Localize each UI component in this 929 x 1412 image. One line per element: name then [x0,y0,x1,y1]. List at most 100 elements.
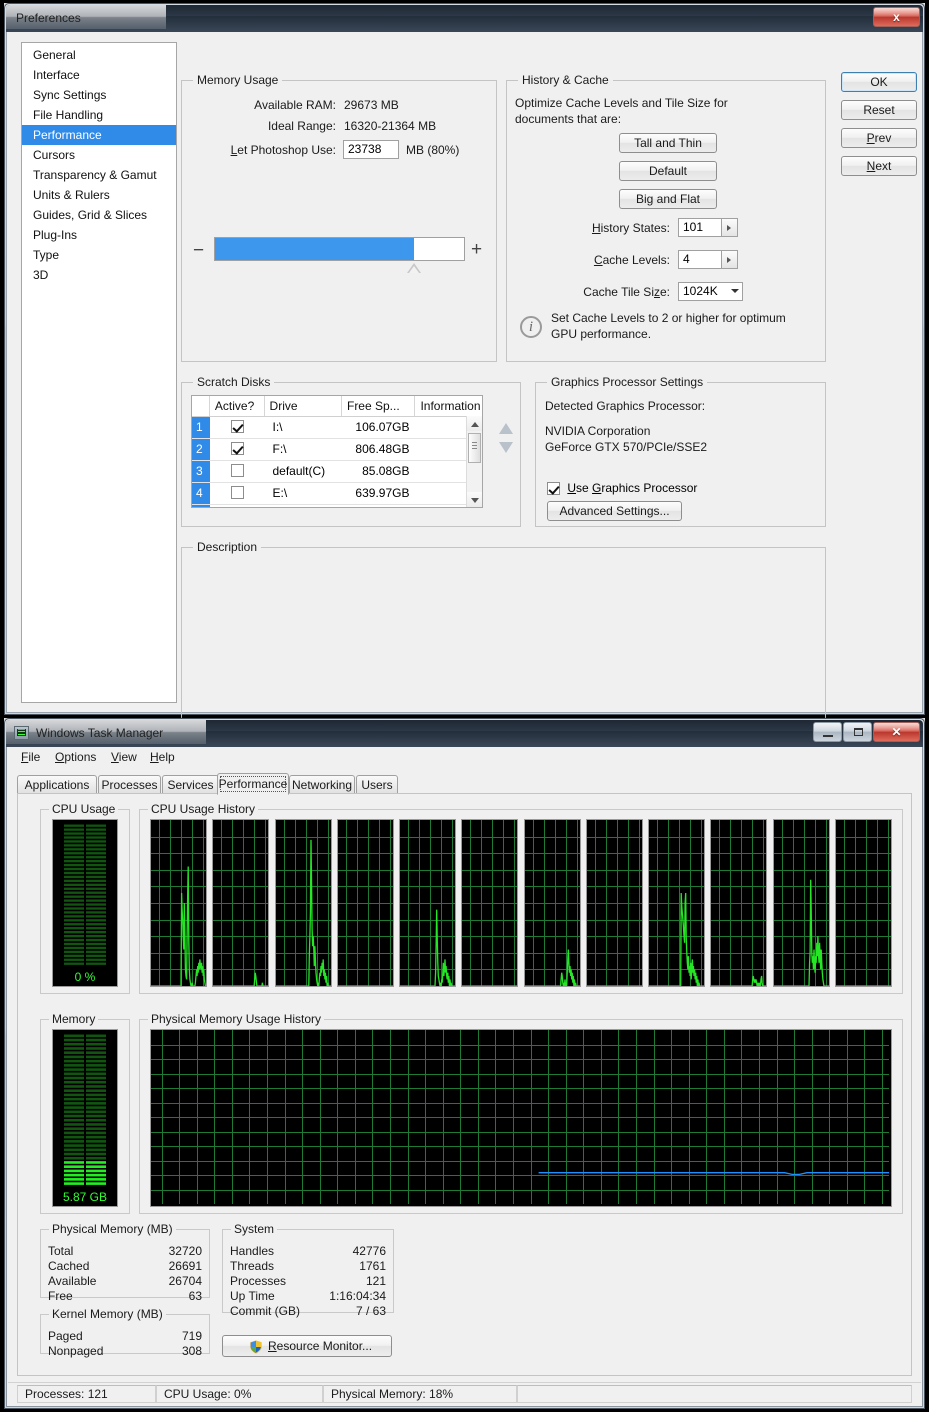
stat-key: Paged [48,1329,83,1343]
ok-button[interactable]: OK [841,72,917,92]
sidebar-item-performance[interactable]: Performance [22,125,176,145]
sidebar-item-transparency-gamut[interactable]: Transparency & Gamut [22,165,176,185]
memory-meter: 5.87 GB [52,1029,118,1207]
history-states-input[interactable]: 101 [678,218,722,237]
sidebar-item-sync-settings[interactable]: Sync Settings [22,85,176,105]
cpu-history-group: CPU Usage History [139,802,903,994]
sidebar-item-3d[interactable]: 3D [22,265,176,285]
task-manager-body: File Options View Help Applications Proc… [6,747,923,1407]
slider-plus-icon[interactable]: + [471,240,482,259]
checkbox-icon[interactable] [230,442,244,455]
preferences-category-list[interactable]: General Interface Sync Settings File Han… [21,42,177,703]
close-button[interactable]: x [873,7,920,27]
cache-levels-spinner[interactable]: 4 [678,250,738,269]
checkbox-icon[interactable] [230,420,244,433]
table-row[interactable]: 5 G:\ 180.40GB [192,505,482,507]
tab-services[interactable]: Services [162,775,219,794]
tab-processes[interactable]: Processes [98,775,161,794]
tab-applications[interactable]: Applications [17,775,97,794]
row-drive: G:\ [264,505,341,507]
table-row[interactable]: 3 default(C) 85.08GB [192,461,482,483]
stat-key: Nonpaged [48,1344,104,1358]
stat-value: 1:16:04:34 [329,1289,386,1303]
stat-key: Handles [230,1244,275,1258]
menu-file[interactable]: File [21,750,40,764]
cache-tile-size-label: Cache Tile Size: [583,285,670,299]
minimize-button[interactable] [813,722,842,742]
cache-tile-size-select[interactable]: 1024K [678,282,743,301]
tab-networking[interactable]: Networking [289,775,355,794]
menu-help[interactable]: Help [150,750,175,764]
kernel-memory-group: Kernel Memory (MB) Paged 719 Nonpaged 308 [40,1307,210,1358]
checkbox-icon[interactable] [230,464,244,477]
row-active-cell[interactable] [210,417,265,438]
scratch-disks-table[interactable]: Active? Drive Free Sp... Information 1 I… [191,395,483,508]
graphics-processor-group: Graphics Processor Settings Detected Gra… [535,375,826,527]
default-button[interactable]: Default [619,161,717,181]
sidebar-item-type[interactable]: Type [22,245,176,265]
sidebar-item-general[interactable]: General [22,45,176,65]
prev-button[interactable]: Prev [841,128,917,148]
preferences-window-buttons: x [872,7,920,27]
task-manager-window-buttons: ✕ [812,722,920,742]
cache-levels-stepper-icon[interactable] [722,250,738,269]
stat-key: Available [48,1274,97,1288]
sidebar-item-guides-grid-slices[interactable]: Guides, Grid & Slices [22,205,176,225]
info-icon: i [520,316,542,338]
scratch-disk-reorder-controls[interactable] [499,423,513,453]
stat-value: 42776 [352,1244,386,1258]
slider-minus-icon[interactable]: − [193,241,204,260]
history-states-stepper-icon[interactable] [722,218,738,237]
tab-users[interactable]: Users [356,775,398,794]
row-index: 3 [192,461,210,482]
table-row[interactable]: 2 F:\ 806.48GB [192,439,482,461]
cache-levels-input[interactable]: 4 [678,250,722,269]
task-manager-window: Windows Task Manager ✕ File Options View… [4,718,925,1409]
row-free-space: 180.40GB [342,505,416,507]
sidebar-item-cursors[interactable]: Cursors [22,145,176,165]
tab-performance[interactable]: Performance [217,773,289,795]
checkbox-icon[interactable] [230,486,244,499]
use-graphics-processor-checkbox[interactable]: Use Graphics Processor [547,481,697,495]
next-button[interactable]: Next [841,156,917,176]
cpu-core-graph [710,819,767,987]
resource-monitor-button[interactable]: Resource Monitor... [222,1335,392,1357]
move-down-icon[interactable] [499,442,513,453]
big-and-flat-button[interactable]: Big and Flat [619,189,717,209]
preferences-titlebar[interactable]: Preferences x [6,5,923,32]
scroll-up-icon[interactable] [467,416,482,431]
menu-view[interactable]: View [111,750,137,764]
task-manager-titlebar[interactable]: Windows Task Manager ✕ [6,720,923,747]
stat-key: Free [48,1289,73,1303]
advanced-settings-button[interactable]: Advanced Settings... [547,501,682,521]
memory-slider-thumb[interactable] [407,263,421,273]
move-up-icon[interactable] [499,423,513,434]
maximize-button[interactable] [843,722,872,742]
cpu-core-graph [150,819,207,987]
scrollbar-thumb[interactable] [468,433,481,463]
checkbox-icon[interactable] [547,482,560,495]
tall-and-thin-button[interactable]: Tall and Thin [619,133,717,153]
column-header-drive: Drive [265,396,342,416]
scratch-disks-scrollbar[interactable] [466,416,482,507]
history-states-spinner[interactable]: 101 [678,218,738,237]
sidebar-item-interface[interactable]: Interface [22,65,176,85]
row-active-cell[interactable] [210,439,265,460]
cpu-usage-value: 0 % [74,970,96,984]
table-row[interactable]: 1 I:\ 106.07GB [192,417,482,439]
scroll-down-icon[interactable] [467,492,482,507]
close-button[interactable]: ✕ [873,722,920,742]
sidebar-item-file-handling[interactable]: File Handling [22,105,176,125]
row-active-cell[interactable] [210,505,265,507]
row-active-cell[interactable] [210,461,265,482]
sidebar-item-units-rulers[interactable]: Units & Rulers [22,185,176,205]
sidebar-item-plug-ins[interactable]: Plug-Ins [22,225,176,245]
table-row[interactable]: 4 E:\ 639.97GB [192,483,482,505]
let-photoshop-use-input[interactable]: 23738 [343,140,399,159]
reset-button[interactable]: Reset [841,100,917,120]
memory-slider[interactable] [214,237,465,261]
memory-slider-fill [215,238,414,260]
menu-options[interactable]: Options [55,750,96,764]
status-processes: Processes: 121 [17,1385,156,1403]
row-active-cell[interactable] [210,483,265,504]
